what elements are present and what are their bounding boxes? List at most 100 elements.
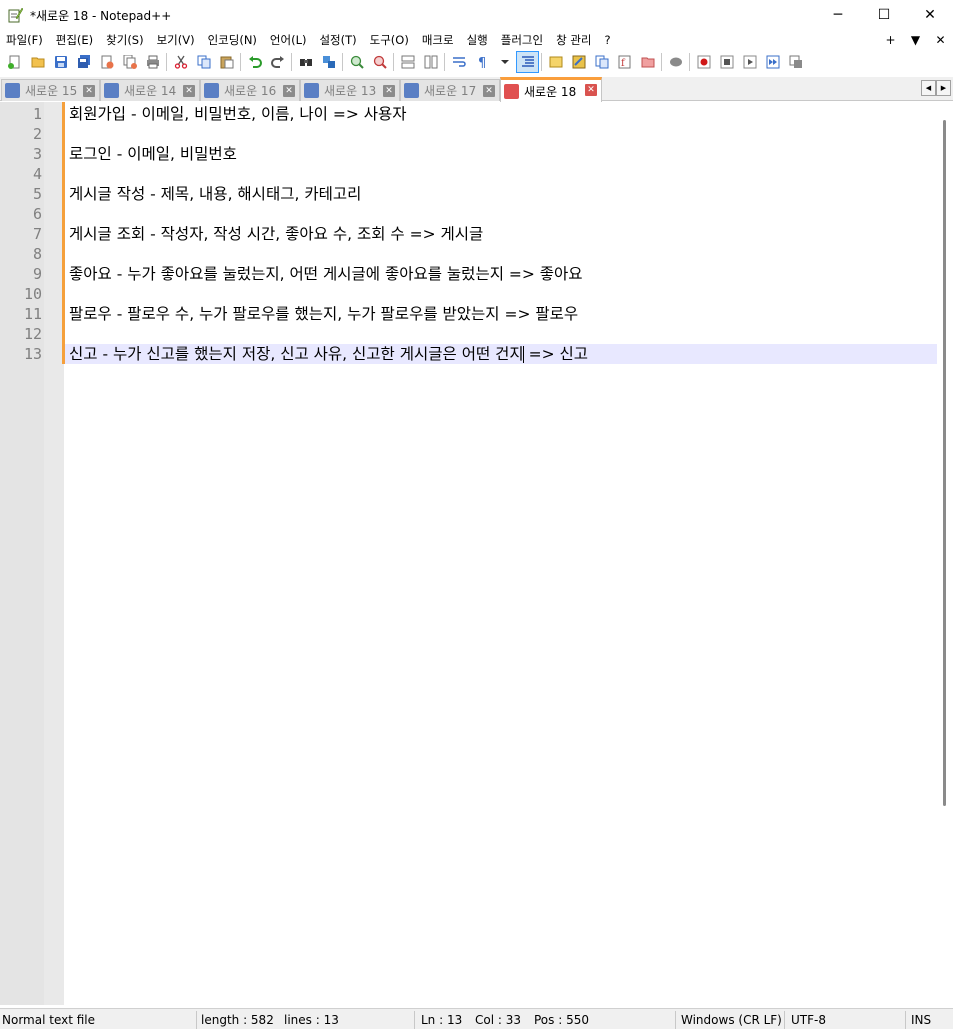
open-file-button[interactable] (26, 51, 49, 73)
menu-tools[interactable]: 도구(O) (364, 30, 416, 50)
fold-margin[interactable] (44, 102, 64, 1005)
user-lang-button[interactable] (544, 51, 567, 73)
code-line[interactable] (65, 204, 937, 224)
folder-workspace-button[interactable] (636, 51, 659, 73)
text-area[interactable]: 회원가입 - 이메일, 비밀번호, 이름, 나이 => 사용자 로그인 - 이메… (65, 102, 937, 1005)
code-line[interactable]: 회원가입 - 이메일, 비밀번호, 이름, 나이 => 사용자 (65, 104, 937, 124)
close-doc-button[interactable]: ✕ (928, 33, 953, 47)
tab-list-dropdown[interactable]: ▼ (903, 33, 928, 47)
line-number: 7 (32, 225, 42, 243)
menu-language[interactable]: 언어(L) (264, 30, 314, 50)
tab-document[interactable]: 새로운 15 ✕ (1, 79, 100, 101)
stop-macro-button[interactable] (715, 51, 738, 73)
menu-macro[interactable]: 매크로 (416, 30, 461, 50)
sync-vertical-button[interactable] (396, 51, 419, 73)
minimize-button[interactable]: ─ (815, 0, 861, 30)
word-wrap-button[interactable] (447, 51, 470, 73)
menu-search[interactable]: 찾기(S) (100, 30, 150, 50)
tab-document-active[interactable]: 새로운 18 ✕ (500, 77, 602, 102)
maximize-button[interactable]: ☐ (861, 0, 907, 30)
save-button[interactable] (49, 51, 72, 73)
redo-button[interactable] (266, 51, 289, 73)
doc-list-button[interactable] (590, 51, 613, 73)
tab-close-icon[interactable]: ✕ (483, 85, 495, 97)
editor[interactable]: 1 2 3 4 5 6 7 8 9 10 11 12 13 회원가입 - 이메일… (0, 102, 953, 1005)
close-file-button[interactable] (95, 51, 118, 73)
tab-label: 새로운 17 (424, 84, 477, 98)
tab-scroll-right-button[interactable]: ▶ (936, 80, 951, 96)
monitor-button[interactable] (664, 51, 687, 73)
menu-view[interactable]: 보기(V) (151, 30, 202, 50)
status-encoding[interactable]: UTF-8 (791, 1009, 826, 1029)
new-file-button[interactable] (3, 51, 26, 73)
play-macro-button[interactable] (738, 51, 761, 73)
tab-close-icon[interactable]: ✕ (183, 85, 195, 97)
print-button[interactable] (141, 51, 164, 73)
sync-horizontal-button[interactable] (419, 51, 442, 73)
run-macro-multiple-button[interactable] (761, 51, 784, 73)
chevron-down-icon (500, 60, 509, 64)
code-line[interactable]: 좋아요 - 누가 좋아요를 눌렀는지, 어떤 게시글에 좋아요를 눌렀는지 =>… (65, 264, 937, 284)
cut-button[interactable] (169, 51, 192, 73)
line-number: 12 (23, 325, 42, 343)
menu-encoding[interactable]: 인코딩(N) (202, 30, 264, 50)
paste-button[interactable] (215, 51, 238, 73)
code-line[interactable]: 게시글 작성 - 제목, 내용, 해시태그, 카테고리 (65, 184, 937, 204)
replace-button[interactable] (317, 51, 340, 73)
menu-help[interactable]: ? (598, 30, 617, 50)
zoom-out-button[interactable] (368, 51, 391, 73)
current-code-line[interactable]: 신고 - 누가 신고를 했는지 저장, 신고 사유, 신고한 게시글은 어떤 건… (65, 344, 937, 364)
menu-file[interactable]: 파일(F) (0, 30, 50, 50)
code-line[interactable] (65, 164, 937, 184)
tab-close-icon[interactable]: ✕ (585, 84, 597, 96)
tab-document[interactable]: 새로운 14 ✕ (100, 79, 200, 101)
code-line[interactable] (65, 324, 937, 344)
tab-document[interactable]: 새로운 13 ✕ (300, 79, 400, 101)
status-eol[interactable]: Windows (CR LF) (681, 1009, 782, 1029)
toolbar-separator (393, 53, 394, 71)
find-button[interactable] (294, 51, 317, 73)
close-button[interactable]: ✕ (907, 0, 953, 30)
code-line[interactable] (65, 244, 937, 264)
close-all-button[interactable] (118, 51, 141, 73)
function-list-button[interactable]: f (613, 51, 636, 73)
doc-map-button[interactable] (567, 51, 590, 73)
code-line[interactable] (65, 124, 937, 144)
tab-document[interactable]: 새로운 17 ✕ (400, 79, 500, 101)
code-line[interactable]: 게시글 조회 - 작성자, 작성 시간, 좋아요 수, 조회 수 => 게시글 (65, 224, 937, 244)
copy-button[interactable] (192, 51, 215, 73)
text-caret (523, 346, 524, 363)
dropdown-button[interactable] (493, 51, 516, 73)
code-line[interactable] (65, 284, 937, 304)
line-number: 1 (32, 105, 42, 123)
toolbar-separator (444, 53, 445, 71)
new-tab-button[interactable]: + (878, 33, 903, 47)
menu-run[interactable]: 실행 (461, 30, 495, 50)
menu-plugins[interactable]: 플러그인 (495, 30, 550, 50)
save-all-button[interactable] (72, 51, 95, 73)
tab-scroll-left-button[interactable]: ◀ (921, 80, 936, 96)
status-mode[interactable]: INS (911, 1009, 931, 1029)
tab-close-icon[interactable]: ✕ (383, 85, 395, 97)
toolbar: ¶ f (0, 50, 953, 74)
menu-window[interactable]: 창 관리 (550, 30, 598, 50)
indent-guide-button[interactable] (516, 51, 539, 73)
vertical-scrollbar[interactable] (937, 102, 953, 1005)
code-line[interactable]: 팔로우 - 팔로우 수, 누가 팔로우를 했는지, 누가 팔로우를 받았는지 =… (65, 304, 937, 324)
save-icon (304, 83, 319, 98)
undo-button[interactable] (243, 51, 266, 73)
tab-document[interactable]: 새로운 16 ✕ (200, 79, 300, 101)
code-line[interactable]: 로그인 - 이메일, 비밀번호 (65, 144, 937, 164)
zoom-in-button[interactable] (345, 51, 368, 73)
menu-edit[interactable]: 편집(E) (50, 30, 100, 50)
title-bar[interactable]: *새로운 18 - Notepad++ ─ ☐ ✕ (0, 0, 953, 30)
scrollbar-thumb[interactable] (943, 120, 946, 806)
tab-close-icon[interactable]: ✕ (83, 85, 95, 97)
menu-bar: 파일(F) 편집(E) 찾기(S) 보기(V) 인코딩(N) 언어(L) 설정(… (0, 30, 953, 50)
menu-settings[interactable]: 설정(T) (313, 30, 363, 50)
tab-close-icon[interactable]: ✕ (283, 85, 295, 97)
record-macro-button[interactable] (692, 51, 715, 73)
find-icon (299, 59, 312, 66)
save-macro-button[interactable] (784, 51, 807, 73)
show-all-chars-button[interactable]: ¶ (470, 51, 493, 73)
